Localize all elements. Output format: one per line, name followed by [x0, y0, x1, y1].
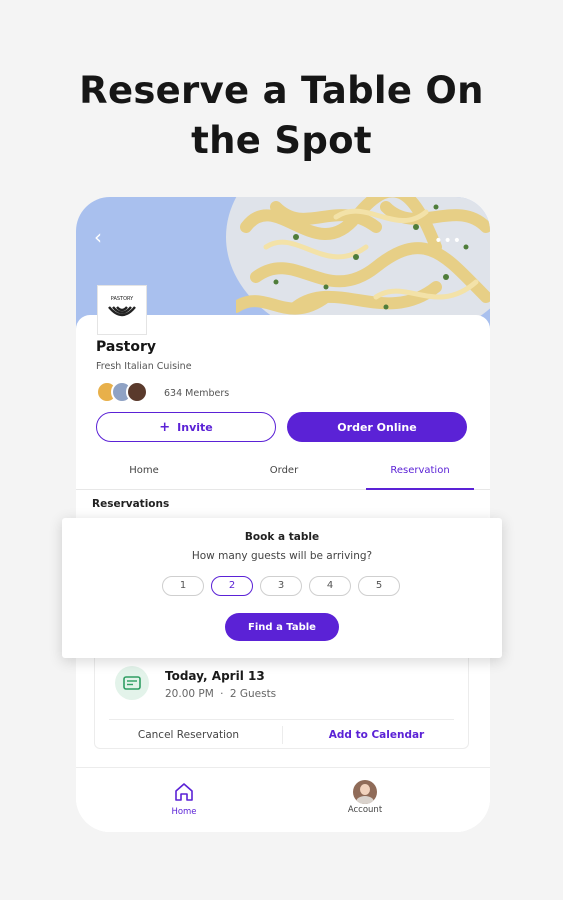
business-name: Pastory	[96, 339, 157, 355]
tab-reservation[interactable]: Reservation	[366, 465, 474, 476]
guest-option-4[interactable]: 4	[309, 576, 351, 596]
divider	[109, 719, 454, 720]
more-options-icon[interactable]: •••	[434, 233, 462, 249]
member-count: 634 Members	[164, 388, 230, 399]
nav-home-label: Home	[171, 807, 197, 817]
phone-screen: ‹ ••• PASTORY Pastory Fresh Italian Cuis…	[76, 197, 490, 832]
reservations-heading: Reservations	[92, 498, 170, 510]
cancel-reservation-button[interactable]: Cancel Reservation	[95, 729, 282, 741]
sheet-title: Book a table	[244, 531, 320, 543]
invite-label: Invite	[177, 420, 213, 434]
guest-option-3[interactable]: 3	[260, 576, 302, 596]
reservation-details: 20.00 PM · 2 Guests	[165, 688, 276, 700]
guest-option-2[interactable]: 2	[211, 576, 253, 596]
nav-account[interactable]: Account	[342, 780, 388, 815]
member-avatars	[96, 381, 156, 405]
avatar	[126, 381, 148, 403]
reservation-guests: 2 Guests	[229, 688, 277, 700]
tab-order[interactable]: Order	[236, 465, 332, 476]
plus-icon: +	[159, 419, 171, 435]
reservation-time: 20.00 PM	[165, 688, 214, 700]
tab-home[interactable]: Home	[96, 465, 192, 476]
add-to-calendar-button[interactable]: Add to Calendar	[283, 729, 470, 741]
headline-line-1: Reserve a Table On	[79, 69, 484, 112]
headline-line-2: the Spot	[191, 119, 372, 162]
account-avatar	[353, 780, 377, 804]
guest-option-1[interactable]: 1	[162, 576, 204, 596]
active-tab-indicator	[366, 488, 474, 490]
home-icon	[175, 783, 193, 801]
business-logo: PASTORY	[97, 285, 147, 335]
tab-bar: Home Order Reservation	[76, 460, 490, 490]
business-tagline: Fresh Italian Cuisine	[96, 361, 192, 372]
nav-account-label: Account	[347, 805, 383, 815]
guest-question: How many guests will be arriving?	[191, 550, 373, 562]
calendar-icon	[115, 666, 149, 700]
bottom-nav: Home Account	[76, 767, 490, 832]
reservation-date: Today, April 13	[165, 669, 265, 683]
order-online-button[interactable]: Order Online	[287, 412, 467, 442]
svg-text:PASTORY: PASTORY	[111, 296, 134, 302]
book-table-sheet: Book a table How many guests will be arr…	[62, 518, 502, 658]
headline: Reserve a Table On the Spot	[0, 66, 563, 166]
nav-home[interactable]: Home	[166, 782, 202, 817]
back-arrow-icon[interactable]: ‹	[94, 227, 108, 247]
details-separator: ·	[220, 688, 224, 700]
invite-button[interactable]: + Invite	[96, 412, 276, 442]
find-table-button[interactable]: Find a Table	[225, 613, 339, 641]
guest-option-5[interactable]: 5	[358, 576, 400, 596]
pastory-logo-icon: PASTORY	[108, 296, 136, 317]
